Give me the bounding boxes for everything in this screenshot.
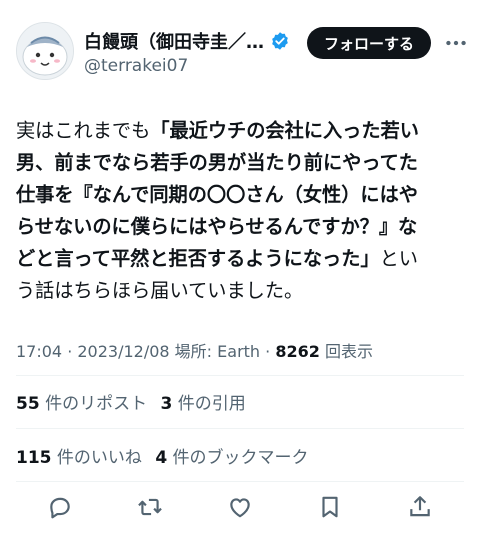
repost-count-link[interactable]: 55 件のリポスト: [16, 394, 147, 414]
tweet-plain-text: とい: [379, 247, 418, 270]
tweet-header: 白饅頭（御田寺圭／… @terrakei07 フォローする: [0, 0, 480, 90]
view-count-label: 回表示: [319, 342, 373, 361]
display-name-row: 白饅頭（御田寺圭／…: [84, 28, 290, 54]
tweet-line: 仕事を『なんで同期の〇〇さん（女性）にはや: [16, 179, 464, 211]
view-count: 8262: [275, 342, 320, 361]
divider: [16, 481, 464, 482]
quote-count: 3: [160, 394, 173, 414]
repost-stats-row: 55 件のリポスト 3 件の引用: [16, 389, 246, 414]
user-avatar[interactable]: [16, 22, 74, 80]
verified-badge-icon: [272, 32, 288, 50]
tweet-line: らせないのに僕らにはやらせるんですか？』な: [16, 211, 464, 243]
tweet-location: 場所: Earth: [169, 342, 261, 361]
tweet-bold-text: どと言って平然と拒否するようになった」: [16, 247, 380, 270]
quote-label: 件の引用: [172, 394, 246, 414]
bookmark-count: 4: [155, 448, 168, 468]
tweet-text: 実はこれまでも「最近ウチの会社に入った若い男、前までなら若手の男が当たり前にやっ…: [16, 115, 464, 307]
action-bar: [0, 490, 480, 530]
like-label: 件のいいね: [51, 448, 142, 468]
follow-button[interactable]: フォローする: [307, 27, 431, 59]
tweet-plain-text: 実はこれまでも: [16, 119, 151, 142]
tweet-time[interactable]: 17:04: [16, 342, 62, 361]
divider: [16, 375, 464, 376]
bookmark-icon[interactable]: [317, 494, 343, 520]
more-options-icon[interactable]: [443, 30, 469, 56]
repost-count: 55: [16, 394, 40, 414]
like-icon[interactable]: [227, 494, 253, 520]
like-stats-row: 115 件のいいね 4 件のブックマーク: [16, 443, 309, 468]
tweet-bold-text: 男、前までなら若手の男が当たり前にやってた: [16, 151, 418, 174]
repost-label: 件のリポスト: [39, 394, 148, 414]
divider: [16, 428, 464, 429]
meta-separator: ·: [62, 342, 78, 361]
tweet-bold-text: 仕事を『なんで同期の〇〇さん（女性）にはや: [16, 183, 418, 206]
tweet-plain-text: う話はちらほら届いていました。: [16, 279, 304, 302]
quote-count-link[interactable]: 3 件の引用: [160, 394, 245, 414]
bookmark-count-link[interactable]: 4 件のブックマーク: [155, 448, 308, 468]
like-count-link[interactable]: 115 件のいいね: [16, 448, 142, 468]
tweet-bold-text: 「最近ウチの会社に入った若い: [150, 119, 419, 142]
display-name[interactable]: 白饅頭（御田寺圭／…: [84, 28, 264, 54]
retweet-icon[interactable]: [137, 494, 163, 520]
tweet-meta: 17:04 · 2023/12/08 場所: Earth · 8262 回表示: [16, 338, 373, 362]
reply-icon[interactable]: [47, 494, 73, 520]
tweet-date[interactable]: 2023/12/08: [77, 342, 169, 361]
bookmark-label: 件のブックマーク: [167, 448, 309, 468]
tweet-line: う話はちらほら届いていました。: [16, 275, 464, 307]
tweet-line: どと言って平然と拒否するようになった」とい: [16, 243, 464, 275]
user-handle[interactable]: @terrakei07: [84, 56, 188, 76]
avatar-mascot-image: [17, 23, 73, 79]
tweet-bold-text: らせないのに僕らにはやらせるんですか？』な: [16, 215, 418, 238]
tweet-line: 実はこれまでも「最近ウチの会社に入った若い: [16, 115, 464, 147]
like-count: 115: [16, 448, 52, 468]
meta-separator: ·: [260, 342, 276, 361]
tweet-line: 男、前までなら若手の男が当たり前にやってた: [16, 147, 464, 179]
share-icon[interactable]: [407, 494, 433, 520]
